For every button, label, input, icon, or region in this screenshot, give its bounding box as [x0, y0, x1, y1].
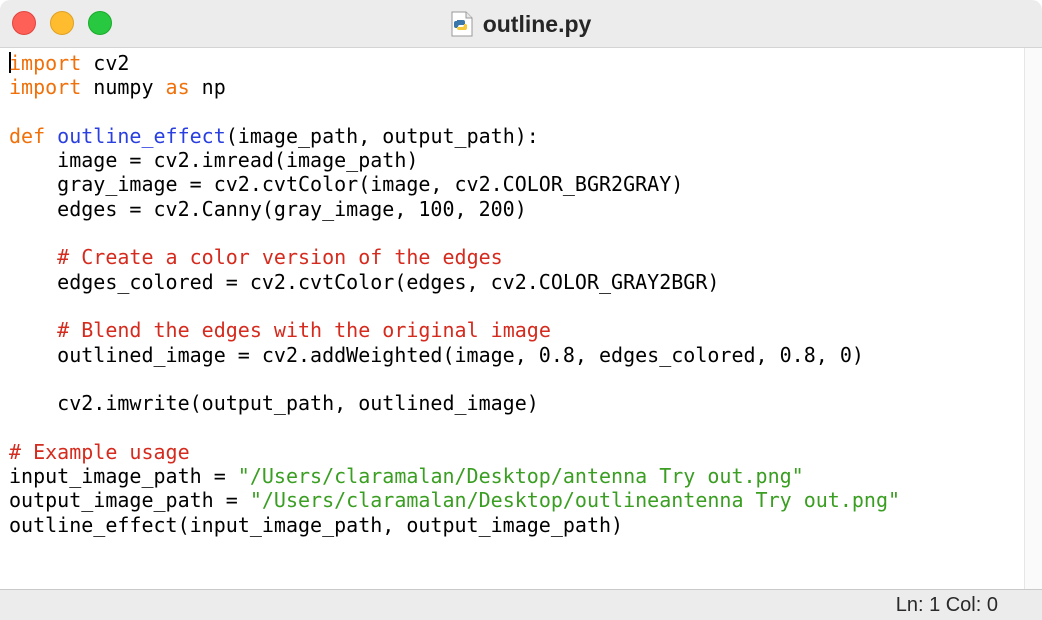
window-title-group: outline.py [0, 0, 1042, 48]
status-bar: Ln: 1 Col: 0 [0, 589, 1042, 620]
code-line: def outline_effect(image_path, output_pa… [9, 124, 1024, 148]
code-line: # Example usage [9, 440, 1024, 464]
code-line: input_image_path = "/Users/claramalan/De… [9, 464, 1024, 488]
code-text-area[interactable]: import cv2 import numpy as np def outline… [0, 48, 1024, 537]
code-token: np [189, 75, 226, 100]
code-token: import [9, 75, 82, 100]
code-line: import cv2 [9, 51, 1024, 75]
code-token: # Create a color version of the edges [57, 245, 503, 270]
editor-window: outline.py import cv2 import numpy as np … [0, 0, 1042, 620]
code-line: import numpy as np [9, 75, 1024, 99]
code-line: # Create a color version of the edges [9, 245, 1024, 269]
code-line: outlined_image = cv2.addWeighted(image, … [9, 343, 1024, 367]
cursor-position: Ln: 1 Col: 0 [895, 594, 998, 616]
window-title: outline.py [482, 10, 592, 37]
code-token: input_image_path = [9, 464, 238, 489]
code-token: (image_path, output_path): [225, 123, 539, 148]
code-token: # Example usage [9, 439, 190, 464]
code-token: outline_effect [57, 123, 226, 148]
code-token: gray_image = cv2.cvtColor(image, cv2.COL… [9, 172, 684, 197]
code-token: cv2 [81, 51, 130, 75]
code-line: edges = cv2.Canny(gray_image, 100, 200) [9, 197, 1024, 221]
vertical-scrollbar[interactable] [1024, 48, 1042, 589]
code-line: outline_effect(input_image_path, output_… [9, 513, 1024, 537]
code-line: # Blend the edges with the original imag… [9, 318, 1024, 342]
code-token: cv2.imwrite(output_path, outlined_image) [9, 391, 539, 416]
code-token: numpy [81, 75, 166, 100]
title-bar[interactable]: outline.py [0, 0, 1042, 48]
code-token: # Blend the edges with the original imag… [57, 318, 551, 343]
code-line: output_image_path = "/Users/claramalan/D… [9, 488, 1024, 512]
code-token: import [9, 51, 82, 75]
code-line: cv2.imwrite(output_path, outlined_image) [9, 391, 1024, 415]
code-token: image = cv2.imread(image_path) [9, 148, 419, 173]
code-line: edges_colored = cv2.cvtColor(edges, cv2.… [9, 270, 1024, 294]
code-token: as [165, 75, 190, 100]
code-token: edges = cv2.Canny(gray_image, 100, 200) [9, 196, 527, 221]
code-line: gray_image = cv2.cvtColor(image, cv2.COL… [9, 172, 1024, 196]
code-token: edges_colored = cv2.cvtColor(edges, cv2.… [9, 269, 720, 294]
code-line: image = cv2.imread(image_path) [9, 148, 1024, 172]
code-token: outlined_image = cv2.addWeighted(image, … [9, 342, 864, 367]
python-file-icon [451, 11, 473, 37]
code-token: "/Users/claramalan/Desktop/antenna Try o… [237, 464, 804, 489]
code-token: output_image_path = [9, 488, 250, 513]
code-token: outline_effect(input_image_path, output_… [9, 512, 624, 537]
code-token: def [9, 123, 46, 148]
code-editor[interactable]: import cv2 import numpy as np def outline… [0, 48, 1024, 589]
code-token: "/Users/claramalan/Desktop/outlineantenn… [249, 488, 901, 513]
